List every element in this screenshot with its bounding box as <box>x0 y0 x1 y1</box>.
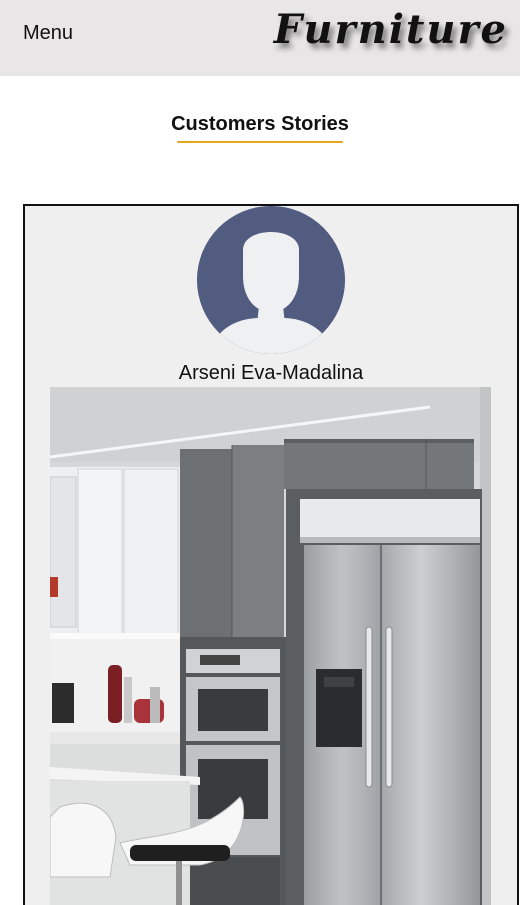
customer-story-card: Arseni Eva-Madalina <box>23 204 519 905</box>
brand-logo[interactable]: Furniture <box>274 6 508 53</box>
section-header: Customers Stories <box>0 113 520 143</box>
user-silhouette-icon <box>197 206 345 354</box>
title-underline <box>177 141 343 143</box>
kitchen-photo <box>50 387 491 905</box>
section-title-text: Customers Stories <box>171 113 349 135</box>
top-navigation-bar: Menu Furniture <box>0 0 520 76</box>
menu-button[interactable]: Menu <box>23 22 73 45</box>
customer-name: Arseni Eva-Madalina <box>178 362 364 384</box>
section-title: Customers Stories <box>171 113 349 143</box>
